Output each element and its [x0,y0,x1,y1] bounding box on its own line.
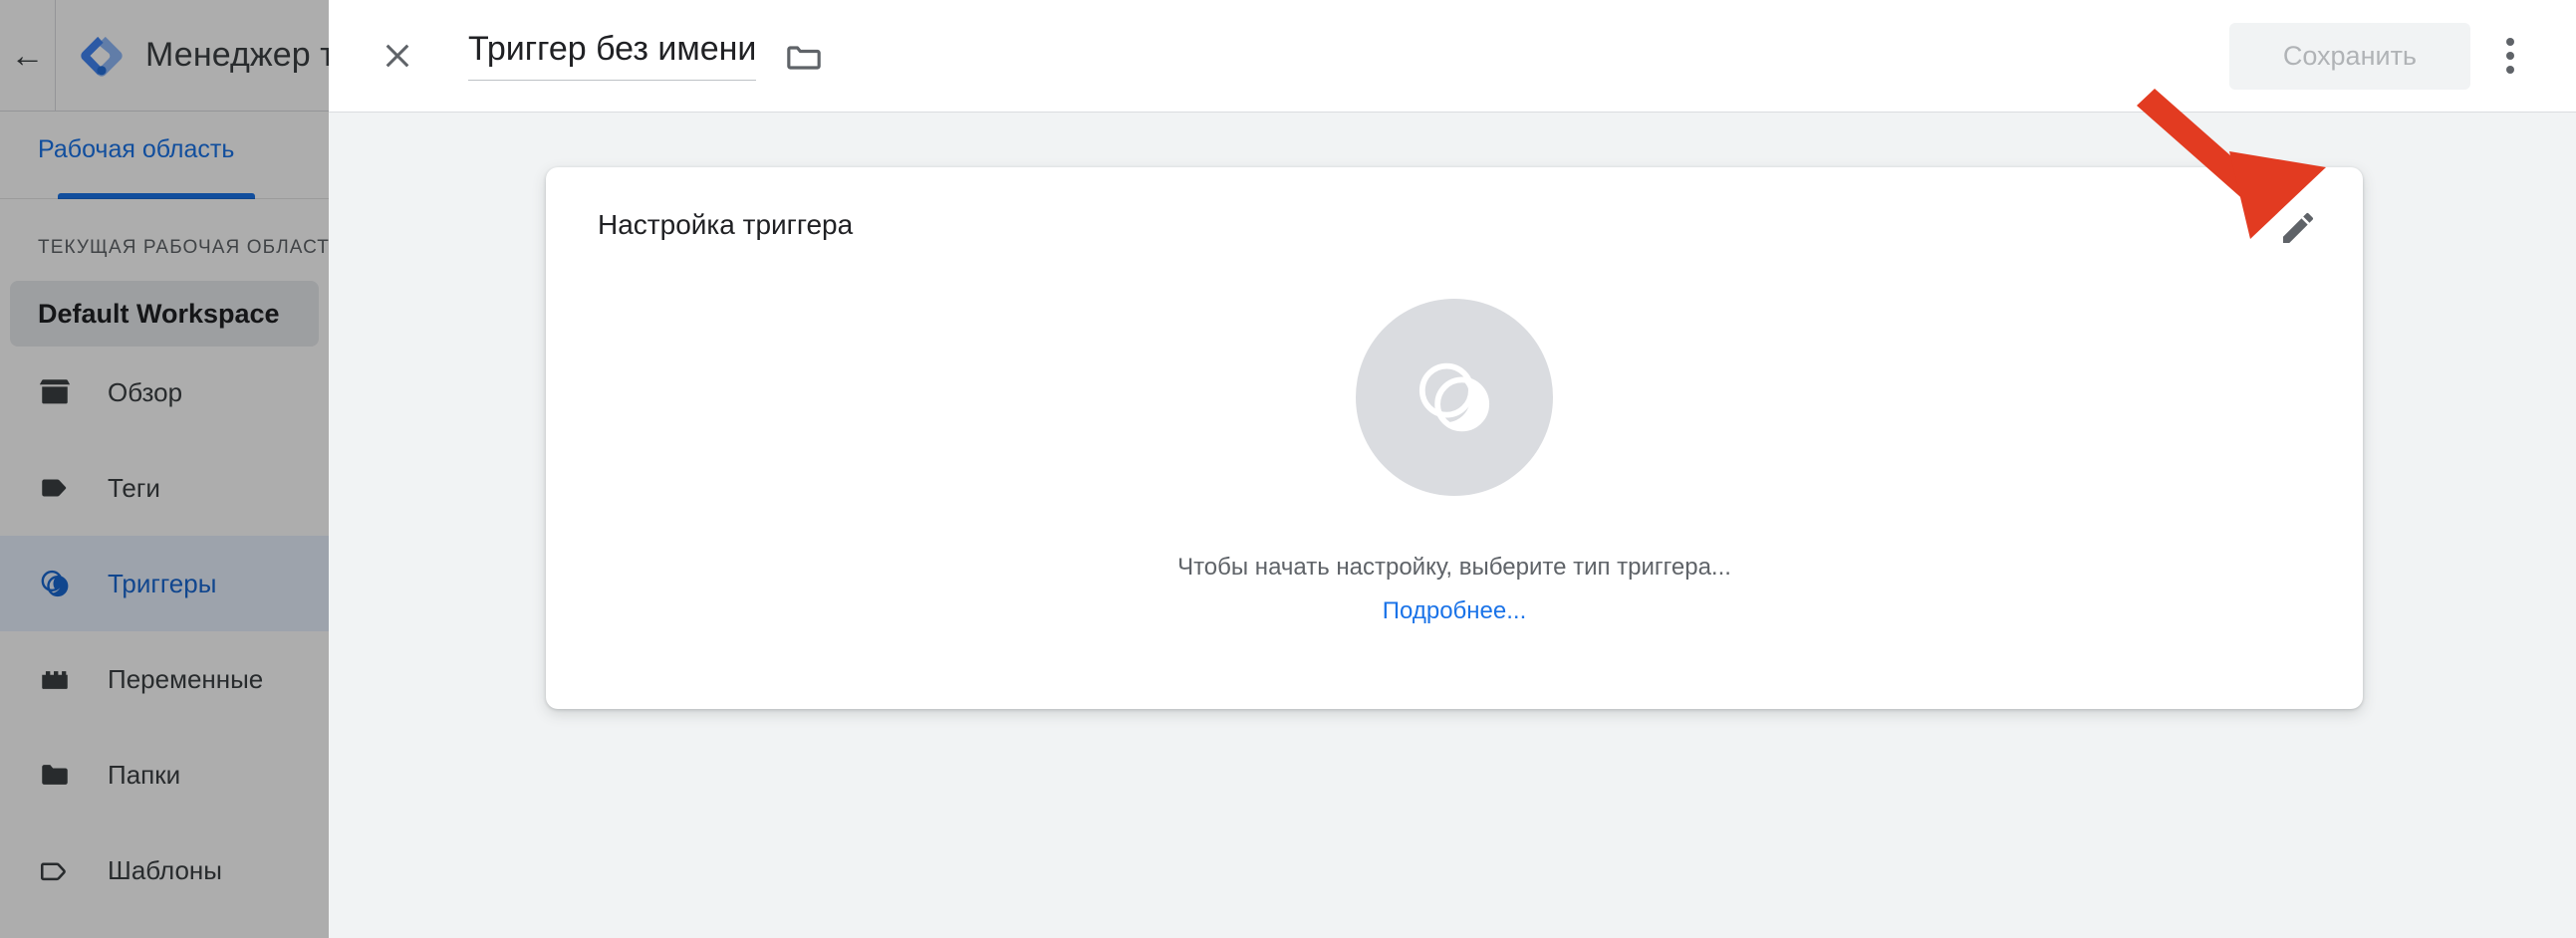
sidebar-item-tags[interactable]: Теги [0,440,329,536]
trigger-edit-panel: Триггер без имени Сохранить Настройка тр… [329,0,2576,938]
app-shell: ← Менеджер тегов Рабочая область ТЕКУЩАЯ… [0,0,329,938]
google-tag-manager-logo [78,32,126,80]
empty-state: Чтобы начать настройку, выберите тип три… [546,299,2363,625]
sidebar-item-label: Шаблоны [108,854,222,885]
sidebar-item-label: Теги [108,472,160,503]
more-options-button[interactable] [2478,24,2542,88]
trigger-name-input[interactable]: Триггер без имени [468,29,757,82]
trigger-configuration-card: Настройка триггера Чтобы начать настройк… [546,167,2363,709]
sidebar-nav: Обзор Теги Триггеры Переменные Папки Шаб… [0,345,329,918]
current-workspace-selector[interactable]: Default Workspace [10,281,319,347]
sidebar-item-templates[interactable]: Шаблоны [0,822,329,918]
save-button[interactable]: Сохранить [2228,22,2470,90]
close-icon [386,44,409,68]
empty-state-text: Чтобы начать настройку, выберите тип три… [1177,554,1731,581]
brand-area[interactable]: Менеджер тегов [56,32,329,80]
close-button[interactable] [367,25,428,87]
pencil-edit-icon [2283,212,2313,243]
variable-icon [34,658,76,700]
move-to-folder-button[interactable] [782,34,826,78]
back-button[interactable]: ← [0,0,56,112]
current-workspace-label: ТЕКУЩАЯ РАБОЧАЯ ОБЛАСТЬ [38,237,329,258]
sidebar-item-overview[interactable]: Обзор [0,345,329,440]
tab-workspace[interactable]: Рабочая область [38,135,234,164]
panel-header-actions: Сохранить [2228,22,2576,90]
trigger-name-value: Триггер без имени [468,29,757,68]
current-workspace-section: ТЕКУЩАЯ РАБОЧАЯ ОБЛАСТЬ Default Workspac… [0,199,329,347]
folder-move-icon [787,46,822,70]
sidebar-item-label: Триггеры [108,568,217,598]
card-title: Настройка триггера [598,209,854,240]
folder-icon [34,754,76,796]
overview-icon [34,371,76,413]
shell-topbar: ← Менеджер тегов [0,0,329,112]
sidebar-item-label: Переменные [108,663,264,694]
sidebar-item-label: Папки [108,759,181,790]
empty-state-graphic [1356,299,1553,496]
trigger-icon [34,563,76,604]
sidebar-item-variables[interactable]: Переменные [0,631,329,727]
workspace-tabs: Рабочая область [0,112,329,199]
panel-header: Триггер без имени Сохранить [329,0,2576,113]
brand-name: Менеджер тегов [145,36,329,74]
back-arrow-icon: ← [10,36,45,75]
sidebar-item-folders[interactable]: Папки [0,727,329,822]
sidebar-item-triggers[interactable]: Триггеры [0,536,329,631]
current-workspace-name: Default Workspace [38,298,280,329]
learn-more-link[interactable]: Подробнее... [1383,597,1526,625]
title-area: Триггер без имени [468,29,826,82]
sidebar-item-label: Обзор [108,376,183,407]
more-vert-icon [2506,35,2514,77]
trigger-icon [1418,362,1490,432]
template-icon [34,849,76,891]
tag-icon [34,467,76,509]
screen-root: ← Менеджер тегов Рабочая область ТЕКУЩАЯ… [0,0,2576,938]
edit-trigger-button[interactable] [2271,201,2325,255]
